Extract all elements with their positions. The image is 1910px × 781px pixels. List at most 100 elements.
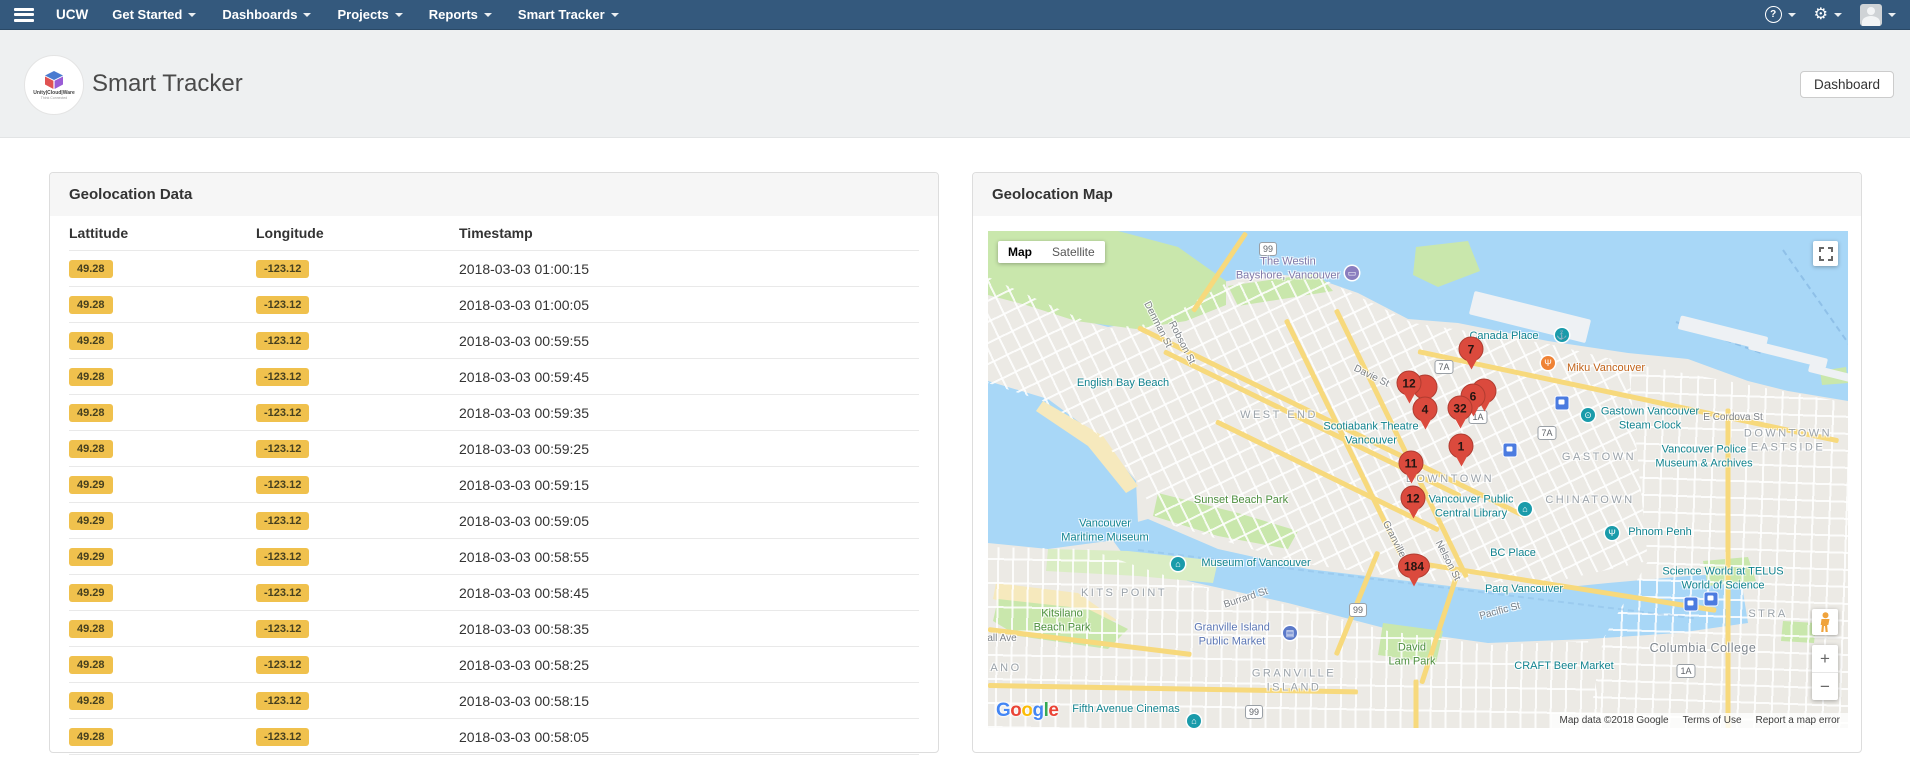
timestamp-cell: 2018-03-03 00:59:25 xyxy=(459,430,919,467)
hamburger-menu-icon[interactable] xyxy=(14,7,34,22)
google-logo[interactable]: Google xyxy=(996,700,1059,722)
longitude-badge: -123.12 xyxy=(256,368,310,386)
timestamp-cell: 2018-03-03 00:58:25 xyxy=(459,646,919,683)
table-row: 49.29 -123.12 2018-03-03 00:58:45 xyxy=(69,574,919,611)
timestamp-cell: 2018-03-03 00:59:15 xyxy=(459,466,919,503)
map-label: Gastown Vancouver Steam Clock xyxy=(1600,405,1700,431)
map-type-satellite-button[interactable]: Satellite xyxy=(1042,241,1105,263)
table-row: 49.28 -123.12 2018-03-03 00:59:45 xyxy=(69,358,919,395)
chevron-down-icon xyxy=(394,12,403,17)
fullscreen-button[interactable] xyxy=(1813,241,1838,266)
road-granville-south xyxy=(1413,679,1419,728)
map-label: STRA xyxy=(1748,608,1788,621)
map-marker[interactable]: 12 xyxy=(1396,370,1422,404)
longitude-badge: -123.12 xyxy=(256,332,310,350)
map-marker[interactable]: 32 xyxy=(1447,395,1473,429)
longitude-badge: -123.12 xyxy=(256,404,310,422)
user-menu[interactable] xyxy=(1860,3,1896,26)
map-marker[interactable]: 1 xyxy=(1448,433,1474,467)
zoom-out-button[interactable]: − xyxy=(1812,672,1838,700)
table-row: 49.28 -123.12 2018-03-03 00:58:05 xyxy=(69,718,919,755)
map-label: BC Place xyxy=(1490,547,1536,560)
table-row: 49.28 -123.12 2018-03-03 00:58:25 xyxy=(69,646,919,683)
latitude-badge: 49.28 xyxy=(69,260,113,278)
timestamp-cell: 2018-03-03 00:58:05 xyxy=(459,718,919,755)
terms-of-use-link[interactable]: Terms of Use xyxy=(1683,715,1742,726)
dashboard-button[interactable]: Dashboard xyxy=(1799,71,1894,98)
chevron-down-icon xyxy=(188,12,197,17)
route-shield: 99 xyxy=(1348,603,1368,617)
route-shield: 99 xyxy=(1244,705,1264,719)
longitude-badge: -123.12 xyxy=(256,656,310,674)
map-label: Kitsilano Beach Park xyxy=(1033,607,1091,633)
latitude-badge: 49.28 xyxy=(69,692,113,710)
cube-logo-icon xyxy=(45,70,63,89)
map-label: Phnom Penh xyxy=(1628,526,1692,539)
nav-item-projects[interactable]: Projects xyxy=(337,7,403,22)
fullscreen-icon xyxy=(1818,246,1833,261)
timestamp-cell: 2018-03-03 00:58:35 xyxy=(459,610,919,647)
top-navbar: UCW Get Started Dashboards Projects Reports… xyxy=(0,0,1910,30)
column-header-longitude: Longitude xyxy=(256,225,324,241)
nav-item-dashboards[interactable]: Dashboards xyxy=(222,7,312,22)
cinema-icon: ⌂ xyxy=(1187,714,1201,728)
timestamp-cell: 2018-03-03 00:59:35 xyxy=(459,394,919,431)
map-marker[interactable]: 11 xyxy=(1398,450,1424,484)
settings-menu[interactable]: ⚙ xyxy=(1813,5,1842,23)
map-marker[interactable]: 12 xyxy=(1400,485,1426,519)
latitude-badge: 49.29 xyxy=(69,512,113,530)
latitude-badge: 49.28 xyxy=(69,620,113,638)
map-label: Vancouver Police Museum & Archives xyxy=(1655,443,1753,469)
latitude-badge: 49.28 xyxy=(69,332,113,350)
longitude-badge: -123.12 xyxy=(256,584,310,602)
map-label: all Ave xyxy=(988,632,1017,644)
map-label: English Bay Beach xyxy=(1076,377,1170,390)
library-icon: ⌂ xyxy=(1518,502,1532,516)
map-type-control: Map Satellite xyxy=(998,241,1105,263)
chevron-down-icon xyxy=(610,12,619,17)
lodging-icon: ▭ xyxy=(1345,266,1359,280)
zoom-in-button[interactable]: + xyxy=(1812,645,1838,672)
map-marker[interactable]: 4 xyxy=(1412,396,1438,430)
route-shield: 1A xyxy=(1676,664,1696,678)
chevron-down-icon xyxy=(303,12,312,17)
timestamp-cell: 2018-03-03 01:00:05 xyxy=(459,286,919,323)
latitude-badge: 49.28 xyxy=(69,296,113,314)
nav-item-reports[interactable]: Reports xyxy=(429,7,492,22)
gear-icon: ⚙ xyxy=(1813,5,1828,23)
column-header-latitude: Lattitude xyxy=(69,225,129,241)
timestamp-cell: 2018-03-03 00:58:15 xyxy=(459,682,919,719)
report-map-error-link[interactable]: Report a map error xyxy=(1756,715,1840,726)
nav-item-smart-tracker[interactable]: Smart Tracker xyxy=(518,7,619,22)
logo-tagline: Think Connected xyxy=(40,95,68,100)
table-row: 49.29 -123.12 2018-03-03 00:59:05 xyxy=(69,502,919,539)
nav-item-get-started[interactable]: Get Started xyxy=(112,7,197,22)
latitude-badge: 49.28 xyxy=(69,368,113,386)
map-marker[interactable]: 184 xyxy=(1398,553,1430,587)
page-header: Unity|Cloud|Ware Think Connected Smart T… xyxy=(0,30,1910,138)
map-marker[interactable]: 7 xyxy=(1458,336,1484,370)
museum-icon: ⌂ xyxy=(1171,557,1185,571)
help-icon: ? xyxy=(1764,6,1782,23)
data-panel-title: Geolocation Data xyxy=(50,173,938,216)
map-label: DOWNTOWN EASTSIDE xyxy=(1743,427,1833,453)
map-label: GRANVILLE ISLAND xyxy=(1251,667,1337,693)
restaurant-icon: Ψ xyxy=(1541,356,1555,370)
latitude-badge: 49.29 xyxy=(69,476,113,494)
geolocation-table: Lattitude Longitude Timestamp 49.28 -123.… xyxy=(69,218,919,755)
timestamp-cell: 2018-03-03 00:59:05 xyxy=(459,502,919,539)
help-menu[interactable]: ? xyxy=(1764,6,1796,23)
geo-table-body: 49.28 -123.12 2018-03-03 01:00:15 49.28 -123… xyxy=(69,250,919,755)
chevron-down-icon xyxy=(1888,12,1896,17)
map-label: KITS POINT xyxy=(1080,587,1168,600)
map-type-map-button[interactable]: Map xyxy=(998,241,1042,263)
street-view-pegman[interactable] xyxy=(1812,609,1838,635)
transit-station-icon xyxy=(1554,395,1570,411)
table-row: 49.29 -123.12 2018-03-03 00:58:55 xyxy=(69,538,919,575)
table-row: 49.29 -123.12 2018-03-03 00:59:15 xyxy=(69,466,919,503)
longitude-badge: -123.12 xyxy=(256,260,310,278)
brand-link[interactable]: UCW xyxy=(56,7,88,22)
map-canvas[interactable]: Map Satellite + − Google Map data ©2018 … xyxy=(988,231,1848,728)
shopping-icon: ▤ xyxy=(1283,626,1297,640)
route-shield: 7A xyxy=(1434,360,1454,374)
